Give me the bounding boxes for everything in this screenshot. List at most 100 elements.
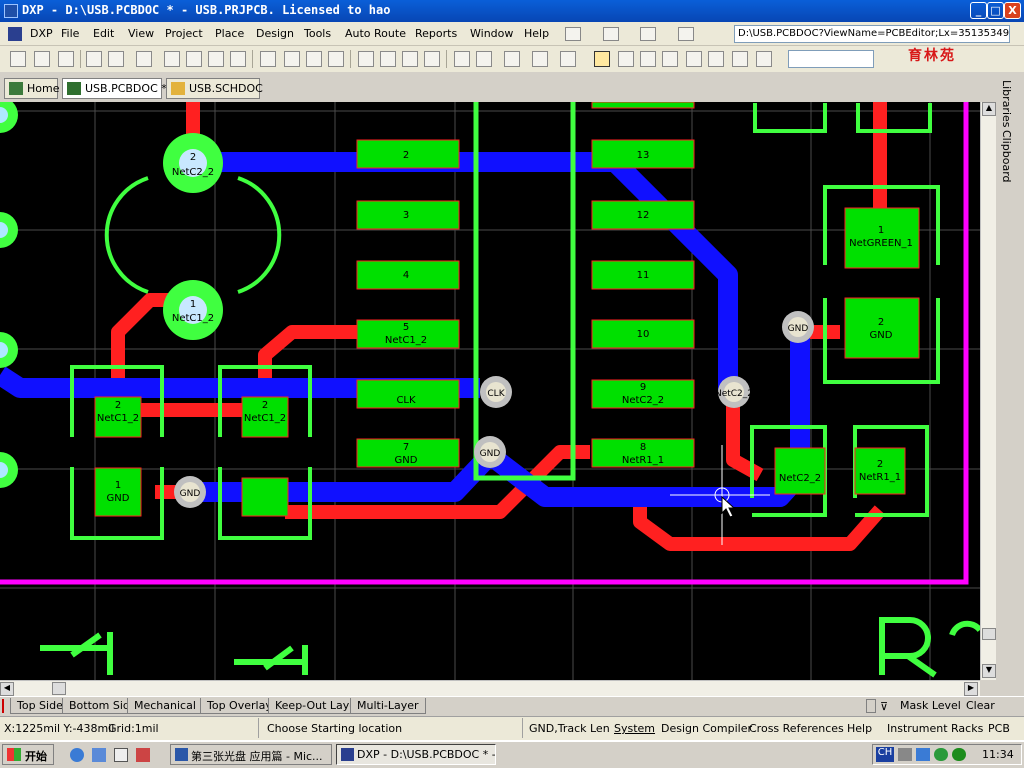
layer-combo[interactable] bbox=[788, 50, 874, 68]
windows-logo-icon bbox=[7, 748, 21, 761]
vertical-scrollbar[interactable]: ▲ ▼ bbox=[980, 102, 996, 680]
place-polygon-icon[interactable] bbox=[708, 51, 724, 67]
start-button[interactable]: 开始 bbox=[2, 744, 54, 765]
cut-icon[interactable] bbox=[260, 51, 276, 67]
menu-design[interactable]: Design bbox=[256, 27, 294, 40]
wiring-icon[interactable] bbox=[565, 27, 581, 41]
via-label: GND bbox=[480, 449, 501, 459]
libraries-panel-tab[interactable]: Libraries bbox=[1000, 80, 1013, 128]
copy-icon[interactable] bbox=[284, 51, 300, 67]
select-area-icon[interactable] bbox=[358, 51, 374, 67]
clear-filter-icon[interactable] bbox=[424, 51, 440, 67]
layer-tab-top-overlay[interactable]: Top Overlay bbox=[200, 698, 279, 714]
network-tray-icon[interactable] bbox=[916, 748, 930, 761]
menu-reports[interactable]: Reports bbox=[415, 27, 457, 40]
outlook-quicklaunch-icon[interactable] bbox=[92, 748, 106, 762]
mask-level-button[interactable]: Mask Level bbox=[900, 699, 961, 712]
clipboard-panel-tab[interactable]: Clipboard bbox=[1000, 130, 1013, 183]
place-fill-icon[interactable] bbox=[686, 51, 702, 67]
ime-indicator[interactable]: CH bbox=[876, 747, 894, 762]
menu-file[interactable]: File bbox=[61, 27, 79, 40]
move-icon[interactable] bbox=[380, 51, 396, 67]
tab-usb-schdoc[interactable]: USB.SCHDOC bbox=[166, 78, 263, 99]
scroll-thumb[interactable] bbox=[982, 628, 996, 640]
print-icon[interactable] bbox=[86, 51, 102, 67]
zoom-selected-icon[interactable] bbox=[208, 51, 224, 67]
layer-tab-top-side[interactable]: Top Side bbox=[10, 698, 70, 714]
tab-home[interactable]: Home bbox=[4, 78, 59, 99]
menu-auto-route[interactable]: Auto Route bbox=[345, 27, 406, 40]
menu-view[interactable]: View bbox=[128, 27, 154, 40]
dxp-logo-icon bbox=[8, 27, 22, 41]
maximize-button[interactable]: □ bbox=[987, 2, 1004, 19]
browse-icon[interactable] bbox=[136, 51, 152, 67]
clear-button[interactable]: Clear bbox=[966, 699, 995, 712]
interactive-route-icon[interactable] bbox=[594, 51, 610, 67]
document-address-field[interactable]: D:\USB.PCBDOC?ViewName=PCBEditor;Lx=3513… bbox=[734, 25, 1010, 43]
update-tray-icon[interactable] bbox=[952, 748, 966, 761]
scroll-thumb[interactable] bbox=[52, 682, 66, 695]
menu-edit[interactable]: Edit bbox=[93, 27, 114, 40]
panel-instrument-racks-button[interactable]: Instrument Racks bbox=[887, 722, 983, 735]
ic-pin-num: 2 bbox=[403, 150, 409, 161]
save-icon[interactable] bbox=[58, 51, 74, 67]
place-component-icon[interactable] bbox=[756, 51, 772, 67]
menu-help[interactable]: Help bbox=[524, 27, 549, 40]
task-word-document[interactable]: 第三张光盘 应用篇 - Mic... bbox=[170, 744, 332, 765]
print-preview-icon[interactable] bbox=[108, 51, 124, 67]
select-icon[interactable] bbox=[640, 27, 656, 41]
ie-quicklaunch-icon[interactable] bbox=[70, 748, 84, 762]
task-dxp[interactable]: DXP - D:\USB.PCBDOC * -... bbox=[336, 744, 496, 765]
panel-cross-references-button[interactable]: Cross References bbox=[749, 722, 844, 735]
menu-window[interactable]: Window bbox=[470, 27, 513, 40]
mask-filter-icon[interactable]: ⊽ bbox=[880, 700, 888, 713]
keyboard-tray-icon[interactable] bbox=[898, 748, 912, 761]
panel-design-compiler-button[interactable]: Design Compiler bbox=[661, 722, 752, 735]
help-icon[interactable] bbox=[560, 51, 576, 67]
layer-scroll-icon[interactable] bbox=[866, 699, 876, 713]
ic-pin-net: CLK bbox=[396, 395, 416, 406]
deselect-icon[interactable] bbox=[402, 51, 418, 67]
align-icon[interactable] bbox=[603, 27, 619, 41]
scroll-down-icon[interactable]: ▼ bbox=[982, 664, 996, 678]
paste-icon[interactable] bbox=[306, 51, 322, 67]
open-file-icon[interactable] bbox=[34, 51, 50, 67]
tab-usb-pcbdoc[interactable]: USB.PCBDOC * bbox=[62, 78, 167, 99]
cross-probe-icon[interactable] bbox=[504, 51, 520, 67]
menu-tools[interactable]: Tools bbox=[304, 27, 331, 40]
layer-color-icon bbox=[2, 699, 10, 713]
place-pad-icon[interactable] bbox=[618, 51, 634, 67]
redo-icon[interactable] bbox=[476, 51, 492, 67]
dimension-icon[interactable] bbox=[678, 27, 694, 41]
toolbar-separator bbox=[80, 50, 81, 68]
pcb-canvas[interactable]: 2 NetC2_2 1 NetC1_2 2 3 4 5 NetC1_2 CLK … bbox=[0, 102, 980, 680]
panel-pcb-button[interactable]: PCB bbox=[988, 722, 1010, 735]
media-quicklaunch-icon[interactable] bbox=[136, 748, 150, 762]
zoom-filter-icon[interactable] bbox=[230, 51, 246, 67]
scroll-right-icon[interactable]: ▶ bbox=[964, 682, 978, 696]
panel-system-button[interactable]: System bbox=[614, 722, 655, 735]
show-desktop-icon[interactable] bbox=[114, 748, 128, 762]
undo-icon[interactable] bbox=[454, 51, 470, 67]
minimize-button[interactable]: _ bbox=[970, 2, 987, 19]
pcb-drawing: 2 NetC2_2 1 NetC1_2 2 3 4 5 NetC1_2 CLK … bbox=[0, 102, 980, 680]
menu-dxp[interactable]: DXP bbox=[30, 27, 53, 40]
menu-place[interactable]: Place bbox=[215, 27, 244, 40]
scroll-up-icon[interactable]: ▲ bbox=[982, 102, 996, 116]
place-arc-icon[interactable] bbox=[662, 51, 678, 67]
crystal-pad-1-num: 1 bbox=[190, 299, 196, 310]
zoom-area-icon[interactable] bbox=[186, 51, 202, 67]
security-tray-icon[interactable] bbox=[934, 748, 948, 761]
close-button[interactable]: X bbox=[1004, 2, 1021, 19]
place-string-icon[interactable] bbox=[732, 51, 748, 67]
scroll-left-icon[interactable]: ◀ bbox=[0, 682, 14, 696]
menu-project[interactable]: Project bbox=[165, 27, 203, 40]
rubber-stamp-icon[interactable] bbox=[328, 51, 344, 67]
zoom-fit-icon[interactable] bbox=[164, 51, 180, 67]
new-file-icon[interactable] bbox=[10, 51, 26, 67]
place-via-icon[interactable] bbox=[640, 51, 656, 67]
layer-tab-multi-layer[interactable]: Multi-Layer bbox=[350, 698, 426, 714]
browse-components-icon[interactable] bbox=[532, 51, 548, 67]
horizontal-scrollbar[interactable]: ◀ ▶ bbox=[0, 680, 980, 696]
panel-help-button[interactable]: Help bbox=[847, 722, 872, 735]
